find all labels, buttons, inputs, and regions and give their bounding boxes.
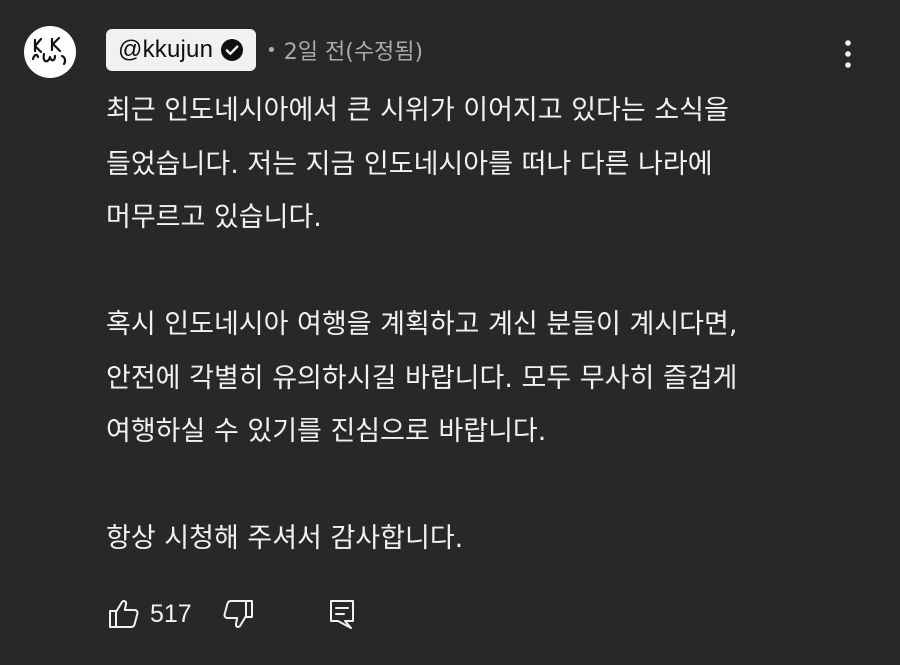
comment-thread: @kkujun • 2일 전(수정됨) 최근 인도네시아에서 큰 시위가 이어지… — [0, 0, 900, 665]
reply-button[interactable] — [324, 596, 360, 632]
more-actions-button[interactable] — [832, 38, 864, 70]
thumbs-up-icon — [109, 600, 139, 628]
comment-line: 항상 시청해 주셔서 감사합니다. — [106, 523, 464, 554]
comment-line: 여행하실 수 있기를 진심으로 바랍니다. — [106, 416, 547, 447]
reply-comment-icon — [329, 600, 354, 629]
author-handle[interactable]: @kkujun — [118, 36, 213, 64]
verified-check-icon — [220, 38, 244, 62]
author-chip[interactable]: @kkujun — [106, 29, 257, 71]
comment-line: 들었습니다. 저는 지금 인도네시아를 떠나 다른 나라에 — [106, 148, 713, 180]
dislike-button[interactable] — [220, 596, 256, 632]
comment-header: @kkujun • 2일 전(수정됨) — [106, 29, 423, 71]
meta-separator: • — [266, 39, 277, 61]
avatar-doodle-icon — [31, 36, 67, 66]
comment-line: 머무르고 있습니다. — [106, 202, 322, 233]
comment-line: 최근 인도네시아에서 큰 시위가 이어지고 있다는 소식을 — [106, 95, 729, 126]
comment-paragraph-2: 혹시 인도네시아 여행을 계획하고 계신 분들이 계시다면, 안전에 각별히 유… — [106, 298, 876, 459]
comment-paragraph-1: 최근 인도네시아에서 큰 시위가 이어지고 있다는 소식을 들었습니다. 저는 … — [106, 84, 876, 245]
more-vert-icon — [845, 40, 851, 68]
comment-line: 혹시 인도네시아 여행을 계획하고 계신 분들이 계시다면, — [106, 309, 738, 340]
comment-paragraph-3: 항상 시청해 주셔서 감사합니다. — [106, 512, 876, 566]
comment-line: 안전에 각별히 유의하시길 바랍니다. 모두 무사히 즐겁게 — [106, 362, 738, 394]
comment-body: 최근 인도네시아에서 큰 시위가 이어지고 있다는 소식을 들었습니다. 저는 … — [106, 84, 876, 566]
comment-actions: 517 — [106, 592, 360, 636]
comment-meta: • 2일 전(수정됨) — [266, 34, 423, 66]
thumbs-down-icon — [223, 600, 253, 628]
like-button[interactable] — [106, 596, 142, 632]
like-count: 517 — [150, 599, 192, 628]
comment-timestamp[interactable]: 2일 전(수정됨) — [284, 34, 423, 66]
avatar[interactable] — [24, 26, 76, 78]
